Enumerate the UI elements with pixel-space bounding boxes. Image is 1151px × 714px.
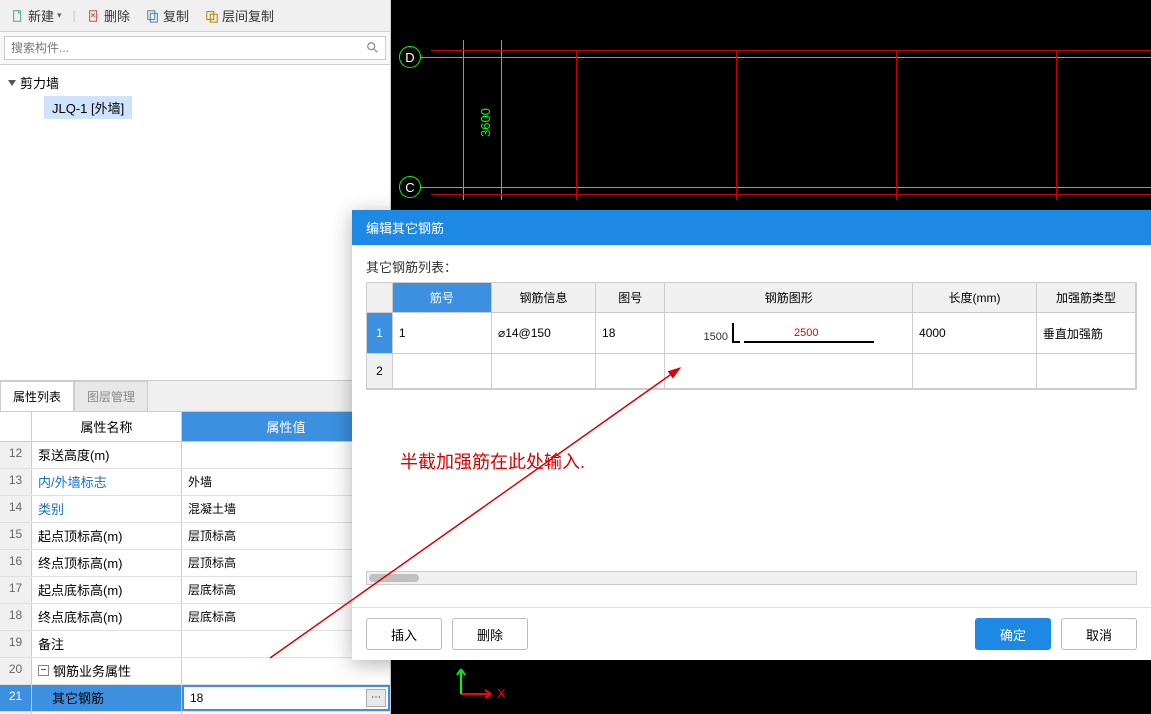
property-row[interactable]: 21其它钢筋18⋯ [0, 685, 390, 712]
insert-button[interactable]: 插入 [366, 618, 442, 650]
ok-button[interactable]: 确定 [975, 618, 1051, 650]
property-row[interactable]: 20−钢筋业务属性 [0, 658, 390, 685]
cancel-button[interactable]: 取消 [1061, 618, 1137, 650]
search-input[interactable] [4, 36, 386, 60]
cell-len[interactable]: 4000 [913, 313, 1037, 354]
component-tree: 剪力墙 JLQ-1 [外墙] [0, 65, 390, 381]
col-jh[interactable]: 筋号 [393, 283, 492, 313]
axis-x-label: X [497, 686, 506, 701]
property-row[interactable]: 16终点顶标高(m)层顶标高 [0, 550, 390, 577]
property-row[interactable]: 12泵送高度(m) [0, 442, 390, 469]
copy-icon [146, 9, 160, 23]
property-row[interactable]: 19备注 [0, 631, 390, 658]
delete-row-button[interactable]: 删除 [452, 618, 528, 650]
dialog-footer: 插入 删除 确定 取消 [352, 607, 1151, 660]
tab-layers[interactable]: 图层管理 [74, 381, 148, 411]
property-tabs: 属性列表 图层管理 [0, 381, 390, 412]
new-button[interactable]: 新建▾ [6, 3, 67, 28]
tree-child-jlq1[interactable]: JLQ-1 [外墙] [44, 96, 132, 119]
annotation-text: 半截加强筋在此处输入. [400, 448, 585, 474]
rownum-1: 1 [367, 313, 393, 354]
col-th[interactable]: 图号 [596, 283, 665, 313]
dialog-list-label: 其它钢筋列表： [366, 257, 1137, 276]
delete-icon [87, 9, 101, 23]
rebar-table: 筋号 钢筋信息 图号 钢筋图形 长度(mm) 加强筋类型 1 1 ⌀14@150… [366, 282, 1137, 390]
dialog-title: 编辑其它钢筋 [352, 210, 1151, 245]
col-shape[interactable]: 钢筋图形 [665, 283, 913, 313]
tab-properties[interactable]: 属性列表 [0, 381, 74, 411]
grid-label-c: C [399, 176, 421, 198]
toolbar: 新建▾ | 删除 复制 层间复制 [0, 0, 390, 32]
property-row[interactable]: 17起点底标高(m)层底标高 [0, 577, 390, 604]
copy-button[interactable]: 复制 [141, 3, 194, 28]
cell-info[interactable]: ⌀14@150 [492, 313, 596, 354]
property-row[interactable]: 18终点底标高(m)层底标高 [0, 604, 390, 631]
dropdown-icon: ▾ [57, 10, 62, 21]
edit-rebar-dialog: 编辑其它钢筋 其它钢筋列表： 筋号 钢筋信息 图号 钢筋图形 长度(mm) 加强… [352, 210, 1151, 660]
horizontal-scrollbar[interactable] [366, 571, 1137, 585]
property-row[interactable]: 13内/外墙标志外墙 [0, 469, 390, 496]
expand-icon [8, 80, 16, 86]
cell-jh[interactable]: 1 [393, 313, 492, 354]
search-row [0, 32, 390, 65]
prop-header-name: 属性名称 [32, 412, 182, 441]
rownum-2: 2 [367, 354, 393, 389]
table-row[interactable]: 1 1 ⌀14@150 18 1500 2500 4000 垂直加强筋 [367, 313, 1136, 354]
layer-copy-icon [205, 9, 219, 23]
property-row[interactable]: 15起点顶标高(m)层顶标高 [0, 523, 390, 550]
col-len[interactable]: 长度(mm) [913, 283, 1037, 313]
cell-th[interactable]: 18 [596, 313, 665, 354]
delete-button[interactable]: 删除 [82, 3, 135, 28]
col-type[interactable]: 加强筋类型 [1037, 283, 1136, 313]
property-row[interactable]: 14类别混凝土墙 [0, 496, 390, 523]
layer-copy-button[interactable]: 层间复制 [200, 3, 279, 28]
tree-root[interactable]: 剪力墙 [8, 71, 382, 94]
property-table: 属性名称 属性值 12泵送高度(m)13内/外墙标志外墙14类别混凝土墙15起点… [0, 412, 390, 714]
search-icon[interactable] [366, 41, 380, 55]
left-panel: 新建▾ | 删除 复制 层间复制 剪力墙 [0, 0, 391, 714]
col-info[interactable]: 钢筋信息 [492, 283, 596, 313]
cell-type[interactable]: 垂直加强筋 [1037, 313, 1136, 354]
file-icon [11, 9, 25, 23]
grid-label-d: D [399, 46, 421, 68]
dimension-label: 3600 [478, 108, 493, 137]
col-rownum [367, 283, 393, 313]
cell-shape[interactable]: 1500 2500 [665, 313, 913, 354]
ellipsis-button[interactable]: ⋯ [366, 689, 386, 707]
table-row[interactable]: 2 [367, 354, 1136, 389]
